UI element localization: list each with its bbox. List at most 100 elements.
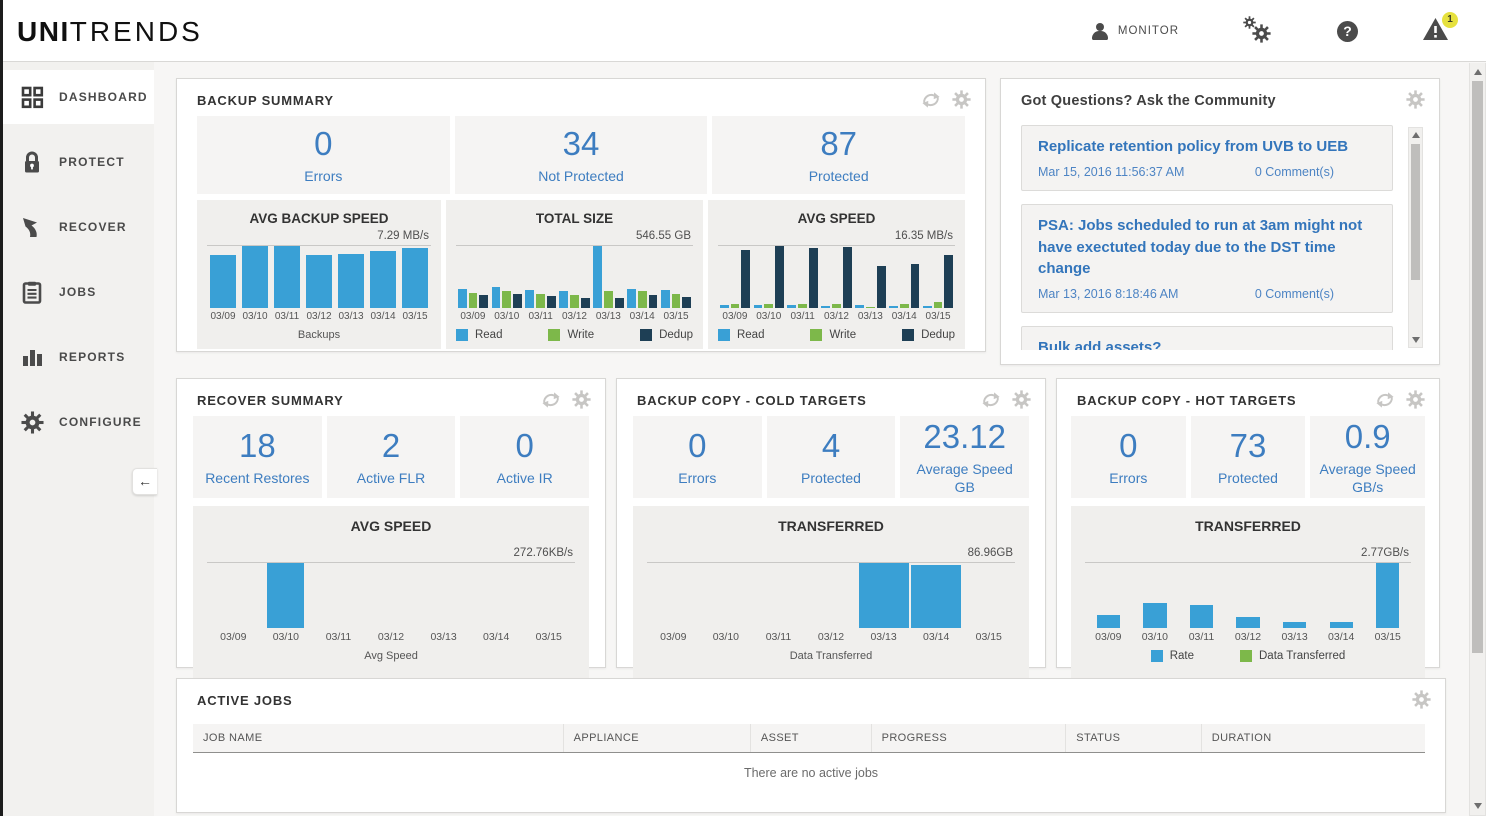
column-header-job-name[interactable]: JOB NAME <box>193 724 563 752</box>
sidebar-collapse-button[interactable]: ← <box>132 468 157 495</box>
sidebar-item-jobs[interactable]: JOBS <box>3 265 154 319</box>
stat-average-speed-gb[interactable]: 23.12Average Speed GB <box>900 416 1029 498</box>
panel-settings-gear-icon[interactable] <box>1412 690 1431 714</box>
x-axis-tick: 03/12 <box>805 628 858 643</box>
post-title-link[interactable]: Bulk add assets? <box>1038 337 1376 350</box>
panel-settings-gear-icon[interactable] <box>1012 390 1031 414</box>
panel-settings-gear-icon[interactable] <box>572 390 591 414</box>
x-axis-tick: 03/14 <box>470 628 523 643</box>
x-axis-tick: 03/12 <box>303 308 335 322</box>
refresh-icon[interactable] <box>980 391 1002 414</box>
legend-label: Write <box>829 329 856 341</box>
legend-swatch <box>1151 650 1163 662</box>
stat-label: Protected <box>795 470 867 488</box>
stat-value: 0 <box>1119 427 1137 465</box>
post-title-link[interactable]: PSA: Jobs scheduled to run at 3am might … <box>1038 215 1376 280</box>
post-title-link[interactable]: Replicate retention policy from UVB to U… <box>1038 136 1376 158</box>
community-post[interactable]: Replicate retention policy from UVB to U… <box>1021 125 1393 191</box>
scrollbar-thumb[interactable] <box>1472 81 1483 653</box>
chart-plot-area <box>207 562 575 628</box>
scroll-down-arrow-icon[interactable] <box>1470 799 1485 813</box>
x-axis-tick: 03/14 <box>625 308 659 322</box>
scroll-up-arrow-icon[interactable] <box>1470 65 1485 79</box>
legend-label: Rate <box>1170 650 1194 662</box>
bar-backups-03/09 <box>210 255 236 308</box>
stat-average-speed-gb-s[interactable]: 0.9Average Speed GB/s <box>1310 416 1425 498</box>
stat-value: 2 <box>382 427 400 465</box>
x-axis-tick: 03/12 <box>1225 628 1272 643</box>
bar-data-transferred-03/14 <box>911 565 961 628</box>
stat-label: Errors <box>672 470 722 488</box>
x-axis-tick: 03/12 <box>558 308 592 322</box>
sidebar-item-dashboard[interactable]: DASHBOARD <box>3 70 154 124</box>
x-axis-tick: 03/12 <box>820 308 854 322</box>
settings-gears-icon[interactable] <box>1243 18 1273 44</box>
refresh-icon[interactable] <box>1374 391 1396 414</box>
page-scrollbar[interactable] <box>1469 63 1486 816</box>
stat-recent-restores[interactable]: 18Recent Restores <box>193 416 322 498</box>
recover-arrow-icon <box>20 216 44 239</box>
help-icon[interactable]: ? <box>1337 21 1358 42</box>
bar-backups-03/12 <box>306 255 332 308</box>
stat-protected[interactable]: 4Protected <box>767 416 896 498</box>
stat-value: 87 <box>820 125 857 163</box>
stat-errors[interactable]: 0Errors <box>633 416 762 498</box>
x-axis-tick: 03/09 <box>456 308 490 322</box>
unitrends-logo[interactable]: UNITRENDS <box>17 16 203 48</box>
sidebar-item-reports[interactable]: REPORTS <box>3 330 154 384</box>
gear-icon <box>20 411 44 434</box>
sidebar-item-recover[interactable]: RECOVER <box>3 200 154 254</box>
community-post[interactable]: Bulk add assets?Mar 11, 2016 8:19:46 PM3… <box>1021 326 1393 350</box>
bar-dedup-03/10 <box>775 246 784 308</box>
stat-protected[interactable]: 87Protected <box>712 116 965 194</box>
bar-dedup-03/11 <box>547 296 556 308</box>
bar-dedup-03/15 <box>682 297 691 308</box>
column-header-duration[interactable]: DURATION <box>1201 724 1425 752</box>
sidebar-item-label: PROTECT <box>59 155 125 169</box>
sidebar-item-label: JOBS <box>59 285 96 299</box>
stat-label: Protected <box>1212 470 1284 488</box>
x-axis-tick: 03/15 <box>522 628 575 643</box>
stat-errors[interactable]: 0Errors <box>1071 416 1186 498</box>
column-header-status[interactable]: STATUS <box>1065 724 1201 752</box>
refresh-icon[interactable] <box>920 91 942 114</box>
legend-swatch <box>902 329 914 341</box>
stat-active-flr[interactable]: 2 Active FLR <box>327 416 456 498</box>
x-axis-tick: 03/13 <box>857 628 910 643</box>
sidebar-item-protect[interactable]: PROTECT <box>3 135 154 189</box>
column-header-asset[interactable]: ASSET <box>750 724 871 752</box>
alerts-icon[interactable]: 1 <box>1422 19 1452 43</box>
legend-swatch <box>456 329 468 341</box>
sidebar-item-label: RECOVER <box>59 220 127 234</box>
stat-not-protected[interactable]: 34Not Protected <box>455 116 708 194</box>
legend-label: Dedup <box>659 329 693 341</box>
panel-settings-gear-icon[interactable] <box>952 90 971 114</box>
scrollbar-thumb[interactable] <box>1411 144 1420 280</box>
alert-count-badge: 1 <box>1442 12 1458 28</box>
help-question-glyph: ? <box>1337 21 1358 42</box>
scroll-down-arrow-icon[interactable] <box>1409 333 1422 347</box>
bar-write-03/14 <box>638 291 647 308</box>
chart-plot-area <box>456 245 693 308</box>
monitor-user-menu[interactable]: MONITOR <box>1092 23 1179 40</box>
refresh-icon[interactable] <box>540 391 562 414</box>
panel-settings-gear-icon[interactable] <box>1406 390 1425 414</box>
stat-protected[interactable]: 73Protected <box>1191 416 1306 498</box>
sidebar-item-configure[interactable]: CONFIGURE <box>3 395 154 449</box>
recover-avg-speed-chart: AVG SPEED272.76KB/s03/0903/1003/1103/120… <box>193 506 589 684</box>
column-header-progress[interactable]: PROGRESS <box>871 724 1066 752</box>
chart-title: TRANSFERRED <box>647 514 1015 535</box>
stat-errors[interactable]: 0Errors <box>197 116 450 194</box>
sidebar-item-label: REPORTS <box>59 350 125 364</box>
column-header-appliance[interactable]: APPLIANCE <box>563 724 750 752</box>
community-scrollbar[interactable] <box>1408 127 1423 348</box>
bar-backups-03/11 <box>274 246 300 308</box>
scroll-up-arrow-icon[interactable] <box>1409 128 1422 142</box>
stat-active-ir[interactable]: 0Active IR <box>460 416 589 498</box>
community-post[interactable]: PSA: Jobs scheduled to run at 3am might … <box>1021 204 1393 313</box>
legend-swatch <box>810 329 822 341</box>
x-axis-tick: 03/11 <box>1178 628 1225 643</box>
stat-label: Active FLR <box>351 470 431 488</box>
panel-settings-gear-icon[interactable] <box>1406 90 1425 114</box>
bar-write-03/12 <box>570 295 579 308</box>
